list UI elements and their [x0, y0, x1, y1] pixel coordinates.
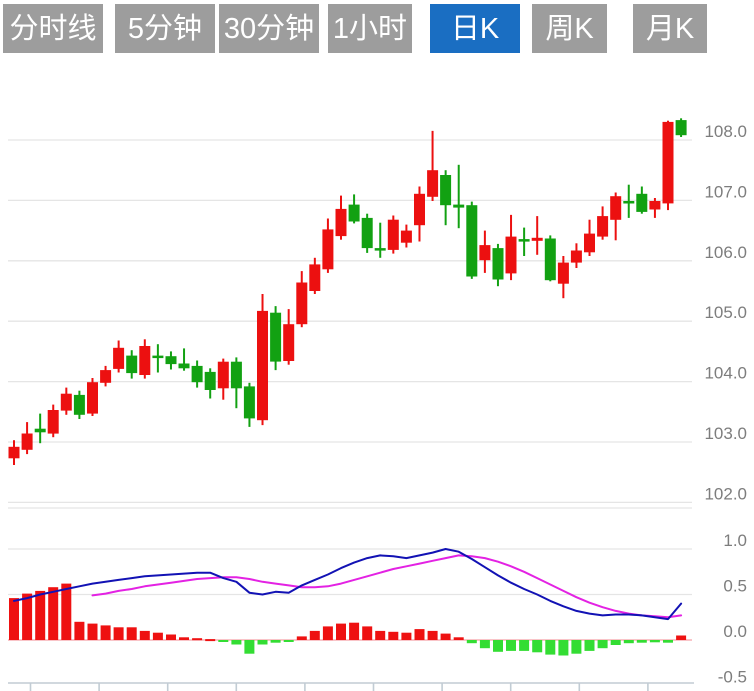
price-axis-label: 102.0	[704, 484, 747, 503]
price-axis-label: 105.0	[704, 303, 747, 322]
period-tabbar: 分时线 5分钟 30分钟 1小时 日K 周K 月K	[0, 0, 754, 58]
tab-5min[interactable]: 5分钟	[115, 4, 215, 53]
macd-axis-label: 1.0	[723, 531, 747, 550]
tab-monthly-k[interactable]: 月K	[633, 4, 707, 53]
price-axis-label: 106.0	[704, 243, 747, 262]
kline-macd-chart[interactable]: 108.0 107.0 106.0 105.0 104.0 103.0 102.0 1.0 0.…	[0, 0, 754, 691]
dea-line	[93, 555, 682, 617]
macd-axis-label: 0.0	[723, 622, 747, 641]
tab-weekly-k[interactable]: 周K	[532, 4, 607, 53]
tab-timeline[interactable]: 分时线	[3, 4, 103, 53]
price-axis-label: 107.0	[704, 182, 747, 201]
candles-layer	[9, 118, 687, 465]
macd-lines-layer	[14, 549, 681, 619]
price-axis-label: 104.0	[704, 364, 747, 383]
macd-axis-label: 0.5	[723, 577, 747, 596]
tab-1hour[interactable]: 1小时	[328, 4, 412, 53]
tab-daily-k[interactable]: 日K	[430, 4, 520, 53]
macd-axis-label: -0.5	[718, 668, 747, 687]
axis-labels: 108.0 107.0 106.0 105.0 104.0 103.0 102.0 1.0 0.…	[704, 122, 747, 687]
price-axis-label: 103.0	[704, 424, 747, 443]
tab-30min[interactable]: 30分钟	[219, 4, 319, 53]
x-axis	[8, 683, 694, 691]
price-axis-label: 108.0	[704, 122, 747, 141]
dif-line	[14, 549, 681, 619]
